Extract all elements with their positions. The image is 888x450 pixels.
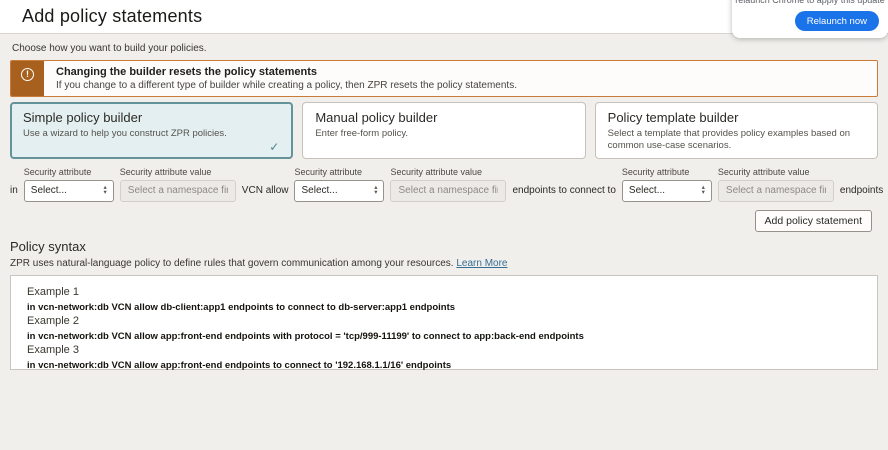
- warning-banner: ! Changing the builder resets the policy…: [10, 60, 878, 97]
- field-label: Security attribute: [622, 167, 712, 177]
- builder-cards: Simple policy builder Use a wizard to he…: [10, 102, 878, 159]
- stepper-icon: ▴▾: [104, 186, 107, 195]
- security-attribute-field-2: Security attribute Select... ▴▾: [294, 167, 384, 202]
- main-content: Choose how you want to build your polici…: [0, 34, 888, 370]
- warning-description: If you change to a different type of bui…: [56, 80, 517, 91]
- security-attribute-value-field-1: Security attribute value: [120, 167, 236, 202]
- security-attribute-select-3[interactable]: Select... ▴▾: [622, 180, 712, 202]
- chrome-update-toast: relaunch Chrome to apply this update Rel…: [732, 0, 888, 38]
- policy-examples-box: Example 1 in vcn-network:db VCN allow db…: [10, 275, 878, 370]
- warning-title: Changing the builder resets the policy s…: [56, 66, 517, 78]
- policy-syntax-section: Policy syntax ZPR uses natural-language …: [10, 239, 878, 370]
- security-attribute-select-1[interactable]: Select... ▴▾: [24, 180, 114, 202]
- intro-text: Choose how you want to build your polici…: [12, 43, 878, 54]
- card-title: Manual policy builder: [315, 110, 572, 125]
- field-label: Security attribute value: [718, 167, 834, 177]
- field-label: Security attribute value: [390, 167, 506, 177]
- policy-syntax-description-text: ZPR uses natural-language policy to defi…: [10, 258, 454, 269]
- card-title: Policy template builder: [608, 110, 865, 125]
- security-attribute-value-input-1[interactable]: [120, 180, 236, 202]
- learn-more-link[interactable]: Learn More: [456, 258, 507, 269]
- security-attribute-select-2[interactable]: Select... ▴▾: [294, 180, 384, 202]
- card-description: Enter free-form policy.: [315, 128, 572, 140]
- statement-connector: endpoints to connect to: [512, 185, 615, 202]
- select-value: Select...: [629, 185, 665, 196]
- security-attribute-value-field-3: Security attribute value: [718, 167, 834, 202]
- add-statement-row: Add policy statement: [10, 210, 878, 232]
- statement-connector: VCN allow: [242, 185, 289, 202]
- card-simple-policy-builder[interactable]: Simple policy builder Use a wizard to he…: [10, 102, 293, 159]
- policy-statement-row: in Security attribute Select... ▴▾ Secur…: [10, 167, 878, 202]
- example-statement: in vcn-network:db VCN allow db-client:ap…: [27, 302, 861, 313]
- security-attribute-value-field-2: Security attribute value: [390, 167, 506, 202]
- field-label: Security attribute: [294, 167, 384, 177]
- statement-prefix: in: [10, 185, 18, 202]
- card-manual-policy-builder[interactable]: Manual policy builder Enter free-form po…: [302, 102, 585, 159]
- chrome-update-message: relaunch Chrome to apply this update: [732, 0, 888, 5]
- example-statement: in vcn-network:db VCN allow app:front-en…: [27, 360, 861, 371]
- select-value: Select...: [31, 185, 67, 196]
- stepper-icon: ▴▾: [374, 186, 377, 195]
- security-attribute-field-1: Security attribute Select... ▴▾: [24, 167, 114, 202]
- stepper-icon: ▴▾: [702, 186, 705, 195]
- page-title: Add policy statements: [22, 6, 202, 27]
- example-label: Example 3: [27, 344, 861, 357]
- card-description: Use a wizard to help you construct ZPR p…: [23, 128, 280, 140]
- policy-syntax-description: ZPR uses natural-language policy to defi…: [10, 258, 878, 269]
- warning-banner-stripe: !: [11, 61, 44, 96]
- select-value: Select...: [301, 185, 337, 196]
- card-policy-template-builder[interactable]: Policy template builder Select a templat…: [595, 102, 878, 159]
- field-label: Security attribute value: [120, 167, 236, 177]
- example-label: Example 2: [27, 315, 861, 328]
- card-title: Simple policy builder: [23, 110, 280, 125]
- security-attribute-value-input-3[interactable]: [718, 180, 834, 202]
- warning-banner-body: Changing the builder resets the policy s…: [44, 61, 529, 96]
- relaunch-now-button[interactable]: Relaunch now: [795, 11, 879, 31]
- policy-syntax-title: Policy syntax: [10, 239, 878, 254]
- example-label: Example 1: [27, 286, 861, 299]
- warning-icon: !: [21, 68, 34, 81]
- add-policy-statement-button[interactable]: Add policy statement: [755, 210, 872, 232]
- statement-connector: endpoints: [840, 185, 883, 202]
- security-attribute-field-3: Security attribute Select... ▴▾: [622, 167, 712, 202]
- example-statement: in vcn-network:db VCN allow app:front-en…: [27, 331, 861, 342]
- selected-check-icon: ✓: [269, 140, 279, 154]
- field-label: Security attribute: [24, 167, 114, 177]
- card-description: Select a template that provides policy e…: [608, 128, 865, 152]
- security-attribute-value-input-2[interactable]: [390, 180, 506, 202]
